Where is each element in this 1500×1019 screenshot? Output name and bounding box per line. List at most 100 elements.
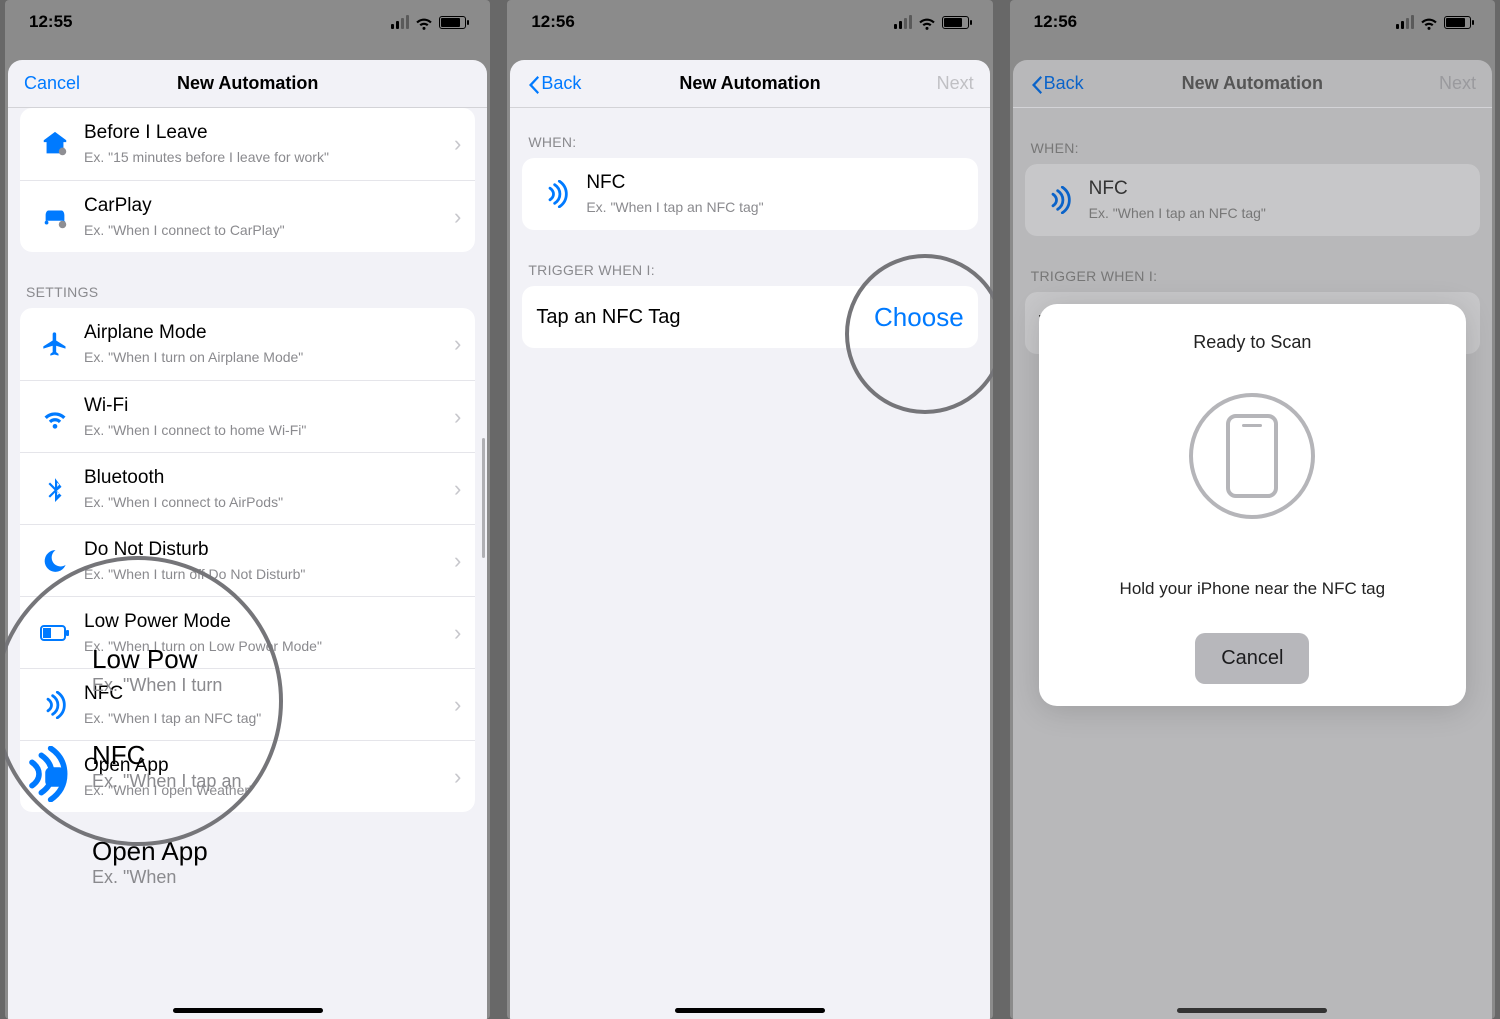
status-bar: 12:56 [1010,0,1495,44]
trigger-subtitle: Ex. "15 minutes before I leave for work" [84,149,446,166]
back-button[interactable]: Back [1029,73,1109,94]
phone-screen-3: 12:56 Back New Automation Next WHEN: NFC [1010,0,1495,1019]
chevron-right-icon: › [446,131,461,157]
content: WHEN: NFC Ex. "When I tap an NFC tag" TR… [510,108,989,1019]
nfc-icon-large [18,746,74,802]
status-time: 12:55 [29,12,72,32]
nfc-sub: Ex. "When I tap an NFC tag" [1089,205,1466,222]
sheet-new-automation: Back New Automation Next WHEN: NFC Ex. "… [1013,60,1492,1019]
chevron-right-icon: › [446,548,461,574]
phone-screen-1: 12:55 Cancel New Automation Before I Lea… [5,0,490,1019]
setting-title: Low Power Mode [84,611,446,634]
chevron-right-icon: › [446,204,461,230]
trigger-carplay[interactable]: CarPlay Ex. "When I connect to CarPlay" … [20,180,475,252]
cellular-signal-icon [1396,15,1414,29]
setting-subtitle: Ex. "When I connect to home Wi-Fi" [84,422,446,439]
nfc-icon [536,180,578,208]
status-right [894,13,969,31]
cellular-signal-icon [894,15,912,29]
chevron-left-icon [526,75,539,95]
home-leave-icon [34,129,76,159]
home-indicator[interactable] [1177,1008,1327,1013]
choose-button[interactable]: Choose [874,302,964,333]
trigger-title: Before I Leave [84,122,446,145]
wifi-icon [1420,13,1438,31]
when-group: NFC Ex. "When I tap an NFC tag" [522,158,977,230]
trigger-label: TRIGGER WHEN I: [528,262,971,278]
nav-bar: Cancel New Automation [8,60,487,108]
next-button-disabled: Next [894,73,974,94]
nav-title: New Automation [1109,73,1396,94]
trigger-title: CarPlay [84,195,446,218]
setting-subtitle: Ex. "When I turn on Airplane Mode" [84,349,446,366]
when-nfc-cell: NFC Ex. "When I tap an NFC tag" [522,158,977,230]
setting-title: Airplane Mode [84,322,446,345]
chevron-right-icon: › [446,331,461,357]
scrollbar-indicator [482,438,485,558]
back-button[interactable]: Back [526,73,606,94]
chevron-right-icon: › [446,404,461,430]
sheet-new-automation: Back New Automation Next WHEN: NFC Ex. "… [510,60,989,1019]
tap-nfc-cell[interactable]: Tap an NFC Tag Choose [522,286,977,348]
mag-lowpower-sub: Ex. "When I turn [92,675,292,696]
settings-bluetooth[interactable]: Bluetooth Ex. "When I connect to AirPods… [20,452,475,524]
cancel-button[interactable]: Cancel [24,73,104,94]
battery-icon [942,16,969,29]
wifi-icon [415,13,433,31]
battery-icon [1444,16,1471,29]
status-bar: 12:56 [507,0,992,44]
setting-title: Wi-Fi [84,395,446,418]
battery-icon [439,16,466,29]
setting-title: Bluetooth [84,467,446,490]
chevron-left-icon [1029,75,1042,95]
home-indicator[interactable] [173,1008,323,1013]
settings-wifi[interactable]: Wi-Fi Ex. "When I connect to home Wi-Fi"… [20,380,475,452]
back-label: Back [1044,73,1084,94]
scan-phone-illustration [1189,393,1315,519]
status-bar: 12:55 [5,0,490,44]
settings-dnd[interactable]: Do Not Disturb Ex. "When I turn off Do N… [20,524,475,596]
scan-title: Ready to Scan [1193,332,1311,353]
trigger-before-i-leave[interactable]: Before I Leave Ex. "15 minutes before I … [20,108,475,180]
scan-cancel-button[interactable]: Cancel [1195,633,1309,684]
nav-bar: Back New Automation Next [510,60,989,108]
next-button-disabled: Next [1396,73,1476,94]
wifi-icon [34,403,76,431]
nav-title: New Automation [104,73,391,94]
nfc-scan-sheet: Ready to Scan Hold your iPhone near the … [1039,304,1466,706]
chevron-right-icon: › [446,476,461,502]
nav-title: New Automation [606,73,893,94]
mag-nfc-sub: Ex. "When I tap an [92,771,292,792]
annotation-magnified-content: Low Pow Ex. "When I turn NFC Ex. "When I… [92,636,292,896]
trigger-group: Tap an NFC Tag Choose [522,286,977,348]
nfc-title: NFC [586,172,963,195]
when-group: NFC Ex. "When I tap an NFC tag" [1025,164,1480,236]
scan-instruction: Hold your iPhone near the NFC tag [1120,579,1386,599]
back-label: Back [541,73,581,94]
when-label: WHEN: [1031,140,1474,156]
cellular-signal-icon [391,15,409,29]
setting-subtitle: Ex. "When I turn off Do Not Disturb" [84,566,446,583]
setting-subtitle: Ex. "When I connect to AirPods" [84,494,446,511]
tap-label: Tap an NFC Tag [536,305,874,329]
dnd-moon-icon [34,548,76,574]
mag-lowpower-title: Low Pow [92,644,292,675]
sheet-new-automation: Cancel New Automation Before I Leave Ex.… [8,60,487,1019]
home-indicator[interactable] [675,1008,825,1013]
bluetooth-icon [34,476,76,502]
status-time: 12:56 [531,12,574,32]
mag-nfc-title: NFC [92,740,292,771]
nfc-title: NFC [1089,178,1466,201]
settings-header: SETTINGS [26,284,469,300]
settings-airplane[interactable]: Airplane Mode Ex. "When I turn on Airpla… [20,308,475,380]
status-right [391,13,466,31]
mag-open-sub: Ex. "When [92,867,292,888]
trigger-subtitle: Ex. "When I connect to CarPlay" [84,222,446,239]
chevron-right-icon: › [446,620,461,646]
carplay-icon [34,202,76,232]
nfc-icon [1039,186,1081,214]
status-time: 12:56 [1034,12,1077,32]
nfc-icon [34,691,76,719]
nav-bar: Back New Automation Next [1013,60,1492,108]
status-right [1396,13,1471,31]
